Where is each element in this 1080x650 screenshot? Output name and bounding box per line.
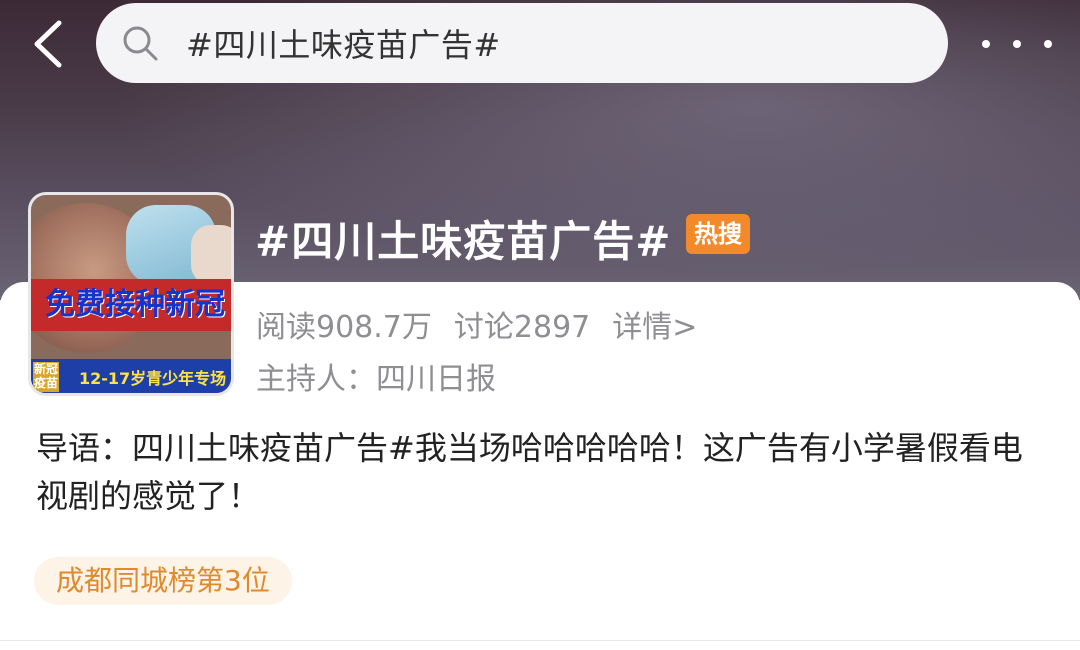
- search-bar[interactable]: #四川土味疫苗广告#: [96, 3, 948, 83]
- topic-title: #四川土味疫苗广告#: [255, 217, 672, 266]
- hot-search-badge: 热搜: [686, 214, 750, 254]
- discussion-count: 讨论2897: [453, 310, 591, 345]
- divider: [0, 640, 1080, 641]
- back-arrow-icon: [34, 20, 62, 68]
- more-menu-button[interactable]: [982, 22, 1052, 66]
- city-rank-badge[interactable]: 成都同城榜第3位: [34, 557, 292, 605]
- read-count: 阅读908.7万: [256, 310, 432, 345]
- thumbnail-subtitle: 12-17岁青少年专场: [79, 369, 227, 388]
- thumbnail-glove: [191, 225, 231, 285]
- thumbnail-bottom-bar: 新冠 疫苗 12-17岁青少年专场: [31, 359, 231, 393]
- search-icon: [120, 23, 160, 63]
- more-dots-icon: [1044, 40, 1052, 48]
- back-button[interactable]: [22, 14, 74, 74]
- details-link[interactable]: 详情>: [612, 302, 697, 346]
- topic-thumbnail[interactable]: 免费接种新冠 新冠 疫苗 12-17岁青少年专场: [28, 192, 234, 396]
- topic-host: 主持人：四川日报: [256, 362, 496, 397]
- thumbnail-banner: 免费接种新冠: [31, 279, 231, 331]
- more-dots-icon: [1013, 40, 1021, 48]
- thumbnail-corner-tag: 新冠 疫苗: [33, 362, 59, 392]
- more-dots-icon: [982, 40, 990, 48]
- topic-intro: 导语：四川土味疫苗广告#我当场哈哈哈哈哈！这广告有小学暑假看电视剧的感觉了！: [36, 429, 1023, 515]
- topic-stats: 阅读908.7万 讨论2897 详情>: [256, 302, 697, 346]
- search-query[interactable]: #四川土味疫苗广告#: [186, 20, 501, 66]
